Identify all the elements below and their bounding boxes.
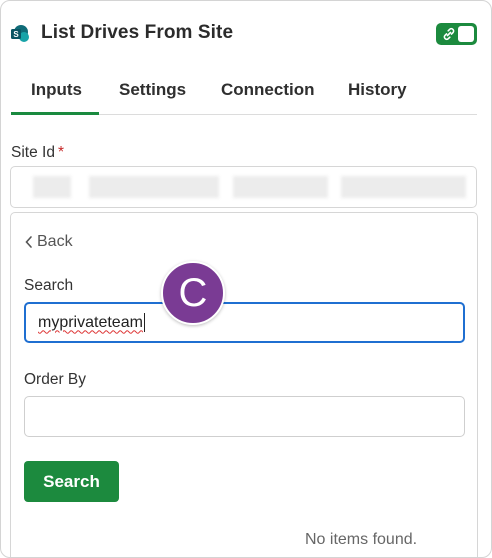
redacted-segment: [89, 176, 219, 198]
order-by-input[interactable]: [24, 396, 465, 437]
site-id-field[interactable]: [10, 166, 477, 208]
site-id-label-text: Site Id: [11, 144, 55, 161]
toggle-knob: [458, 26, 474, 42]
card-header: S List Drives From Site: [1, 1, 491, 67]
back-link[interactable]: Back: [24, 233, 73, 251]
enable-toggle[interactable]: [436, 23, 477, 45]
site-id-label: Site Id *: [11, 144, 64, 162]
tab-settings[interactable]: Settings: [119, 80, 186, 100]
search-button[interactable]: Search: [24, 461, 119, 502]
tab-bar: Inputs Settings Connection History: [11, 67, 477, 115]
lookup-popover: Back Search myprivateteam Order By Searc…: [10, 212, 478, 557]
empty-results-message: No items found.: [305, 531, 418, 548]
sharepoint-icon: S: [11, 25, 29, 42]
order-by-label: Order By: [24, 371, 87, 388]
redacted-segment: [33, 176, 71, 198]
back-label: Back: [37, 233, 73, 250]
redacted-segment: [233, 176, 328, 198]
tab-connection[interactable]: Connection: [221, 80, 315, 100]
svg-text:S: S: [13, 30, 19, 39]
connector-card: S List Drives From Site Inputs Settings …: [0, 0, 492, 558]
tab-inputs[interactable]: Inputs: [31, 80, 82, 100]
page-title: List Drives From Site: [41, 22, 234, 43]
search-label: Search: [24, 277, 74, 294]
link-icon: [443, 27, 455, 41]
tab-history[interactable]: History: [348, 80, 407, 100]
required-mark: *: [57, 144, 64, 161]
search-input[interactable]: myprivateteam: [24, 302, 465, 343]
search-input-value: myprivateteam: [38, 313, 143, 331]
redacted-segment: [341, 176, 466, 198]
text-caret: [143, 313, 145, 332]
chevron-left-icon: [25, 236, 32, 248]
annotation-marker-c: C: [161, 261, 225, 325]
active-tab-indicator: [11, 112, 99, 115]
